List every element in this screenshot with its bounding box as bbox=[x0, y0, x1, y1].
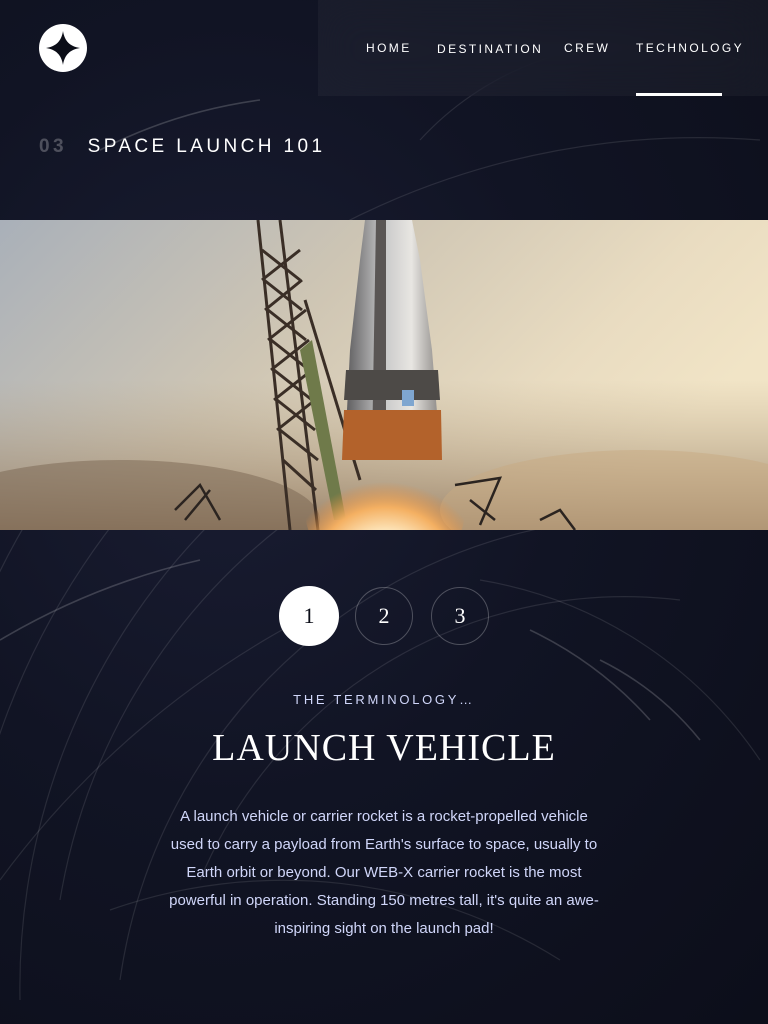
page-heading-text: Space launch 101 bbox=[87, 136, 326, 157]
pager-button-3[interactable]: 3 bbox=[431, 587, 489, 645]
page-number: 03 bbox=[39, 136, 67, 157]
pager-button-2[interactable]: 2 bbox=[355, 587, 413, 645]
main-nav: Home Destination Crew Technology bbox=[318, 0, 768, 96]
nav-crew[interactable]: Crew bbox=[564, 0, 610, 96]
nav-technology[interactable]: Technology bbox=[636, 0, 742, 96]
section-subtitle: The terminology… bbox=[293, 692, 475, 707]
four-point-star-icon bbox=[46, 31, 80, 65]
nav-destination[interactable]: Destination bbox=[437, 1, 543, 97]
rocket-launch-image bbox=[0, 220, 768, 530]
section-description: A launch vehicle or carrier rocket is a … bbox=[169, 808, 599, 937]
hero-image bbox=[0, 220, 768, 530]
section-title: Launch vehicle bbox=[212, 727, 556, 769]
page-title: 03 Space launch 101 bbox=[39, 136, 325, 162]
slide-pagination: 1 2 3 bbox=[279, 586, 489, 646]
logo[interactable] bbox=[39, 24, 87, 72]
nav-home[interactable]: Home bbox=[366, 0, 412, 96]
pager-button-1[interactable]: 1 bbox=[279, 586, 339, 646]
